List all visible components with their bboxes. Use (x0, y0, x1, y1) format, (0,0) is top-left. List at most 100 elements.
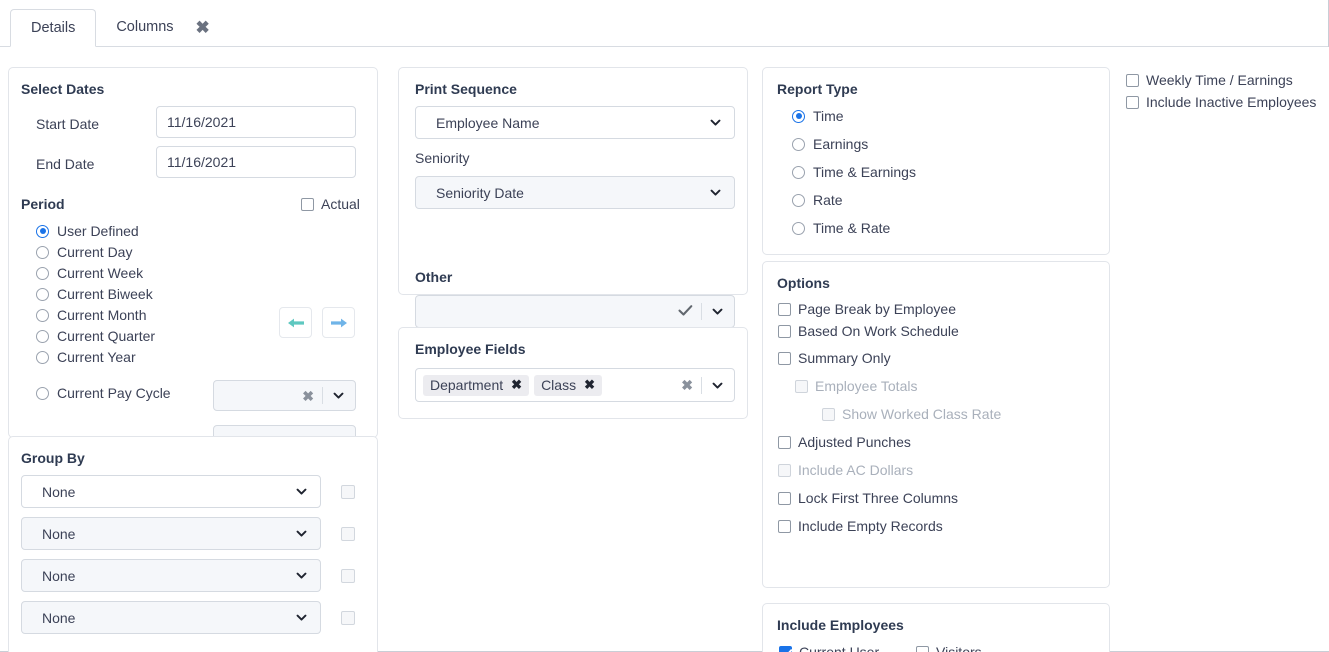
period-option-current-quarter[interactable]: Current Quarter (36, 328, 155, 344)
group-by-checkbox-3[interactable] (341, 569, 355, 583)
group-by-select-3[interactable]: None (21, 559, 321, 592)
radio-rate (792, 193, 805, 207)
radio-current-year (36, 350, 49, 364)
option-checkbox (822, 407, 835, 421)
include-employees-title: Include Employees (777, 617, 904, 633)
option-checkbox (778, 463, 791, 477)
report-type-option-time[interactable]: Time (792, 108, 844, 124)
tab-details[interactable]: Details (10, 9, 97, 47)
radio-earnings (792, 137, 805, 151)
chip-remove-icon[interactable]: ✖ (511, 377, 522, 393)
chip-class: Class ✖ (534, 374, 602, 396)
weekly-time-earnings-checkbox (1126, 73, 1139, 87)
period-label-current-year: Current Year (57, 349, 136, 365)
chevron-down-icon (295, 485, 308, 498)
actual-checkbox[interactable]: Actual (301, 196, 360, 212)
group-by-checkbox-2[interactable] (341, 527, 355, 541)
prev-period-button[interactable] (279, 307, 312, 338)
employee-fields-title: Employee Fields (415, 341, 526, 357)
tab-columns[interactable]: Columns (96, 8, 193, 46)
chevron-down-icon (709, 116, 722, 129)
option-include-ac-dollars: Include AC Dollars (778, 462, 913, 478)
clear-icon[interactable]: ✖ (302, 389, 314, 403)
report-type-option-time-rate[interactable]: Time & Rate (792, 220, 890, 236)
print-sequence-value: Employee Name (436, 114, 540, 131)
include-current-user[interactable]: Current User (779, 644, 879, 652)
chip-class-label: Class (541, 376, 577, 393)
report-type-label-time-earnings: Time & Earnings (813, 164, 916, 180)
report-type-option-rate[interactable]: Rate (792, 192, 843, 208)
seniority-value: Seniority Date (436, 184, 524, 201)
check-icon[interactable] (678, 304, 693, 320)
group-by-select-1[interactable]: None (21, 475, 321, 508)
period-label: Period (21, 196, 65, 212)
radio-time-earnings (792, 165, 805, 179)
arrow-right-icon (330, 318, 347, 327)
option-label: Include Empty Records (798, 518, 943, 534)
report-type-option-time-earnings[interactable]: Time & Earnings (792, 164, 916, 180)
option-employee-totals: Employee Totals (795, 378, 917, 394)
option-show-worked-class-rate: Show Worked Class Rate (822, 406, 1001, 422)
period-option-current-year[interactable]: Current Year (36, 349, 136, 365)
period-option-current-day[interactable]: Current Day (36, 244, 132, 260)
period-option-current-biweek[interactable]: Current Biweek (36, 286, 153, 302)
option-based-on-work-schedule[interactable]: Based On Work Schedule (778, 323, 959, 339)
radio-time (792, 109, 805, 123)
period-range-select[interactable]: ✖ (213, 380, 356, 411)
option-adjusted-punches[interactable]: Adjusted Punches (778, 434, 911, 450)
start-date-input[interactable]: 11/16/2021 (156, 106, 356, 138)
group-by-select-4[interactable]: None (21, 601, 321, 634)
group-by-checkbox-4[interactable] (341, 611, 355, 625)
period-label-current-pay-cycle: Current Pay Cycle (57, 385, 171, 401)
option-include-empty-records[interactable]: Include Empty Records (778, 518, 943, 534)
end-date-value: 11/16/2021 (167, 154, 237, 170)
option-include-inactive-employees[interactable]: Include Inactive Employees (1126, 94, 1316, 110)
next-period-button[interactable] (322, 307, 355, 338)
print-sequence-panel: Print Sequence Employee Name Seniority S… (398, 67, 748, 328)
period-option-current-month[interactable]: Current Month (36, 307, 146, 323)
radio-current-biweek (36, 287, 49, 301)
option-lock-first-three-columns[interactable]: Lock First Three Columns (778, 490, 958, 506)
print-sequence-select[interactable]: Employee Name (415, 106, 735, 139)
chevron-down-icon (295, 527, 308, 540)
close-icon[interactable]: ✖ (196, 8, 210, 46)
arrow-left-icon (287, 318, 304, 327)
group-by-value-3: None (42, 567, 76, 584)
option-checkbox (778, 519, 791, 533)
group-by-panel: Group By None None None None (8, 436, 378, 652)
other-label: Other (415, 269, 453, 285)
option-weekly-time-earnings[interactable]: Weekly Time / Earnings (1126, 72, 1293, 88)
group-by-value-2: None (42, 525, 76, 542)
tab-details-label: Details (31, 20, 76, 36)
group-by-value-1: None (42, 483, 76, 500)
end-date-input[interactable]: 11/16/2021 (156, 146, 356, 178)
end-date-label: End Date (36, 156, 95, 172)
report-type-label-time: Time (813, 108, 844, 124)
period-option-user-defined[interactable]: User Defined (36, 223, 139, 239)
option-summary-only[interactable]: Summary Only (778, 350, 891, 366)
group-by-checkbox-1[interactable] (341, 485, 355, 499)
option-checkbox (778, 435, 791, 449)
chevron-down-icon (711, 379, 724, 392)
period-option-current-pay-cycle[interactable]: Current Pay Cycle (36, 385, 171, 401)
other-select[interactable] (415, 295, 735, 328)
include-visitors-checkbox (916, 645, 929, 652)
divider (701, 303, 702, 320)
option-page-break-by-employee[interactable]: Page Break by Employee (778, 301, 956, 317)
group-by-select-2[interactable]: None (21, 517, 321, 550)
radio-user-defined (36, 224, 49, 238)
report-type-option-earnings[interactable]: Earnings (792, 136, 868, 152)
period-option-current-week[interactable]: Current Week (36, 265, 143, 281)
include-visitors[interactable]: Visitors (916, 644, 982, 652)
option-label: Page Break by Employee (798, 301, 956, 317)
option-label: Employee Totals (815, 378, 918, 394)
seniority-select[interactable]: Seniority Date (415, 176, 735, 209)
period-label-current-week: Current Week (57, 265, 144, 281)
clear-icon[interactable]: ✖ (681, 378, 693, 392)
chip-remove-icon[interactable]: ✖ (584, 377, 595, 393)
report-type-label-time-rate: Time & Rate (813, 220, 891, 236)
period-label-current-quarter: Current Quarter (57, 328, 156, 344)
employee-fields-panel: Employee Fields Department ✖ Class ✖ ✖ (398, 327, 748, 419)
employee-fields-chips: Department ✖ Class ✖ (423, 374, 681, 396)
employee-fields-multiselect[interactable]: Department ✖ Class ✖ ✖ (415, 368, 735, 402)
